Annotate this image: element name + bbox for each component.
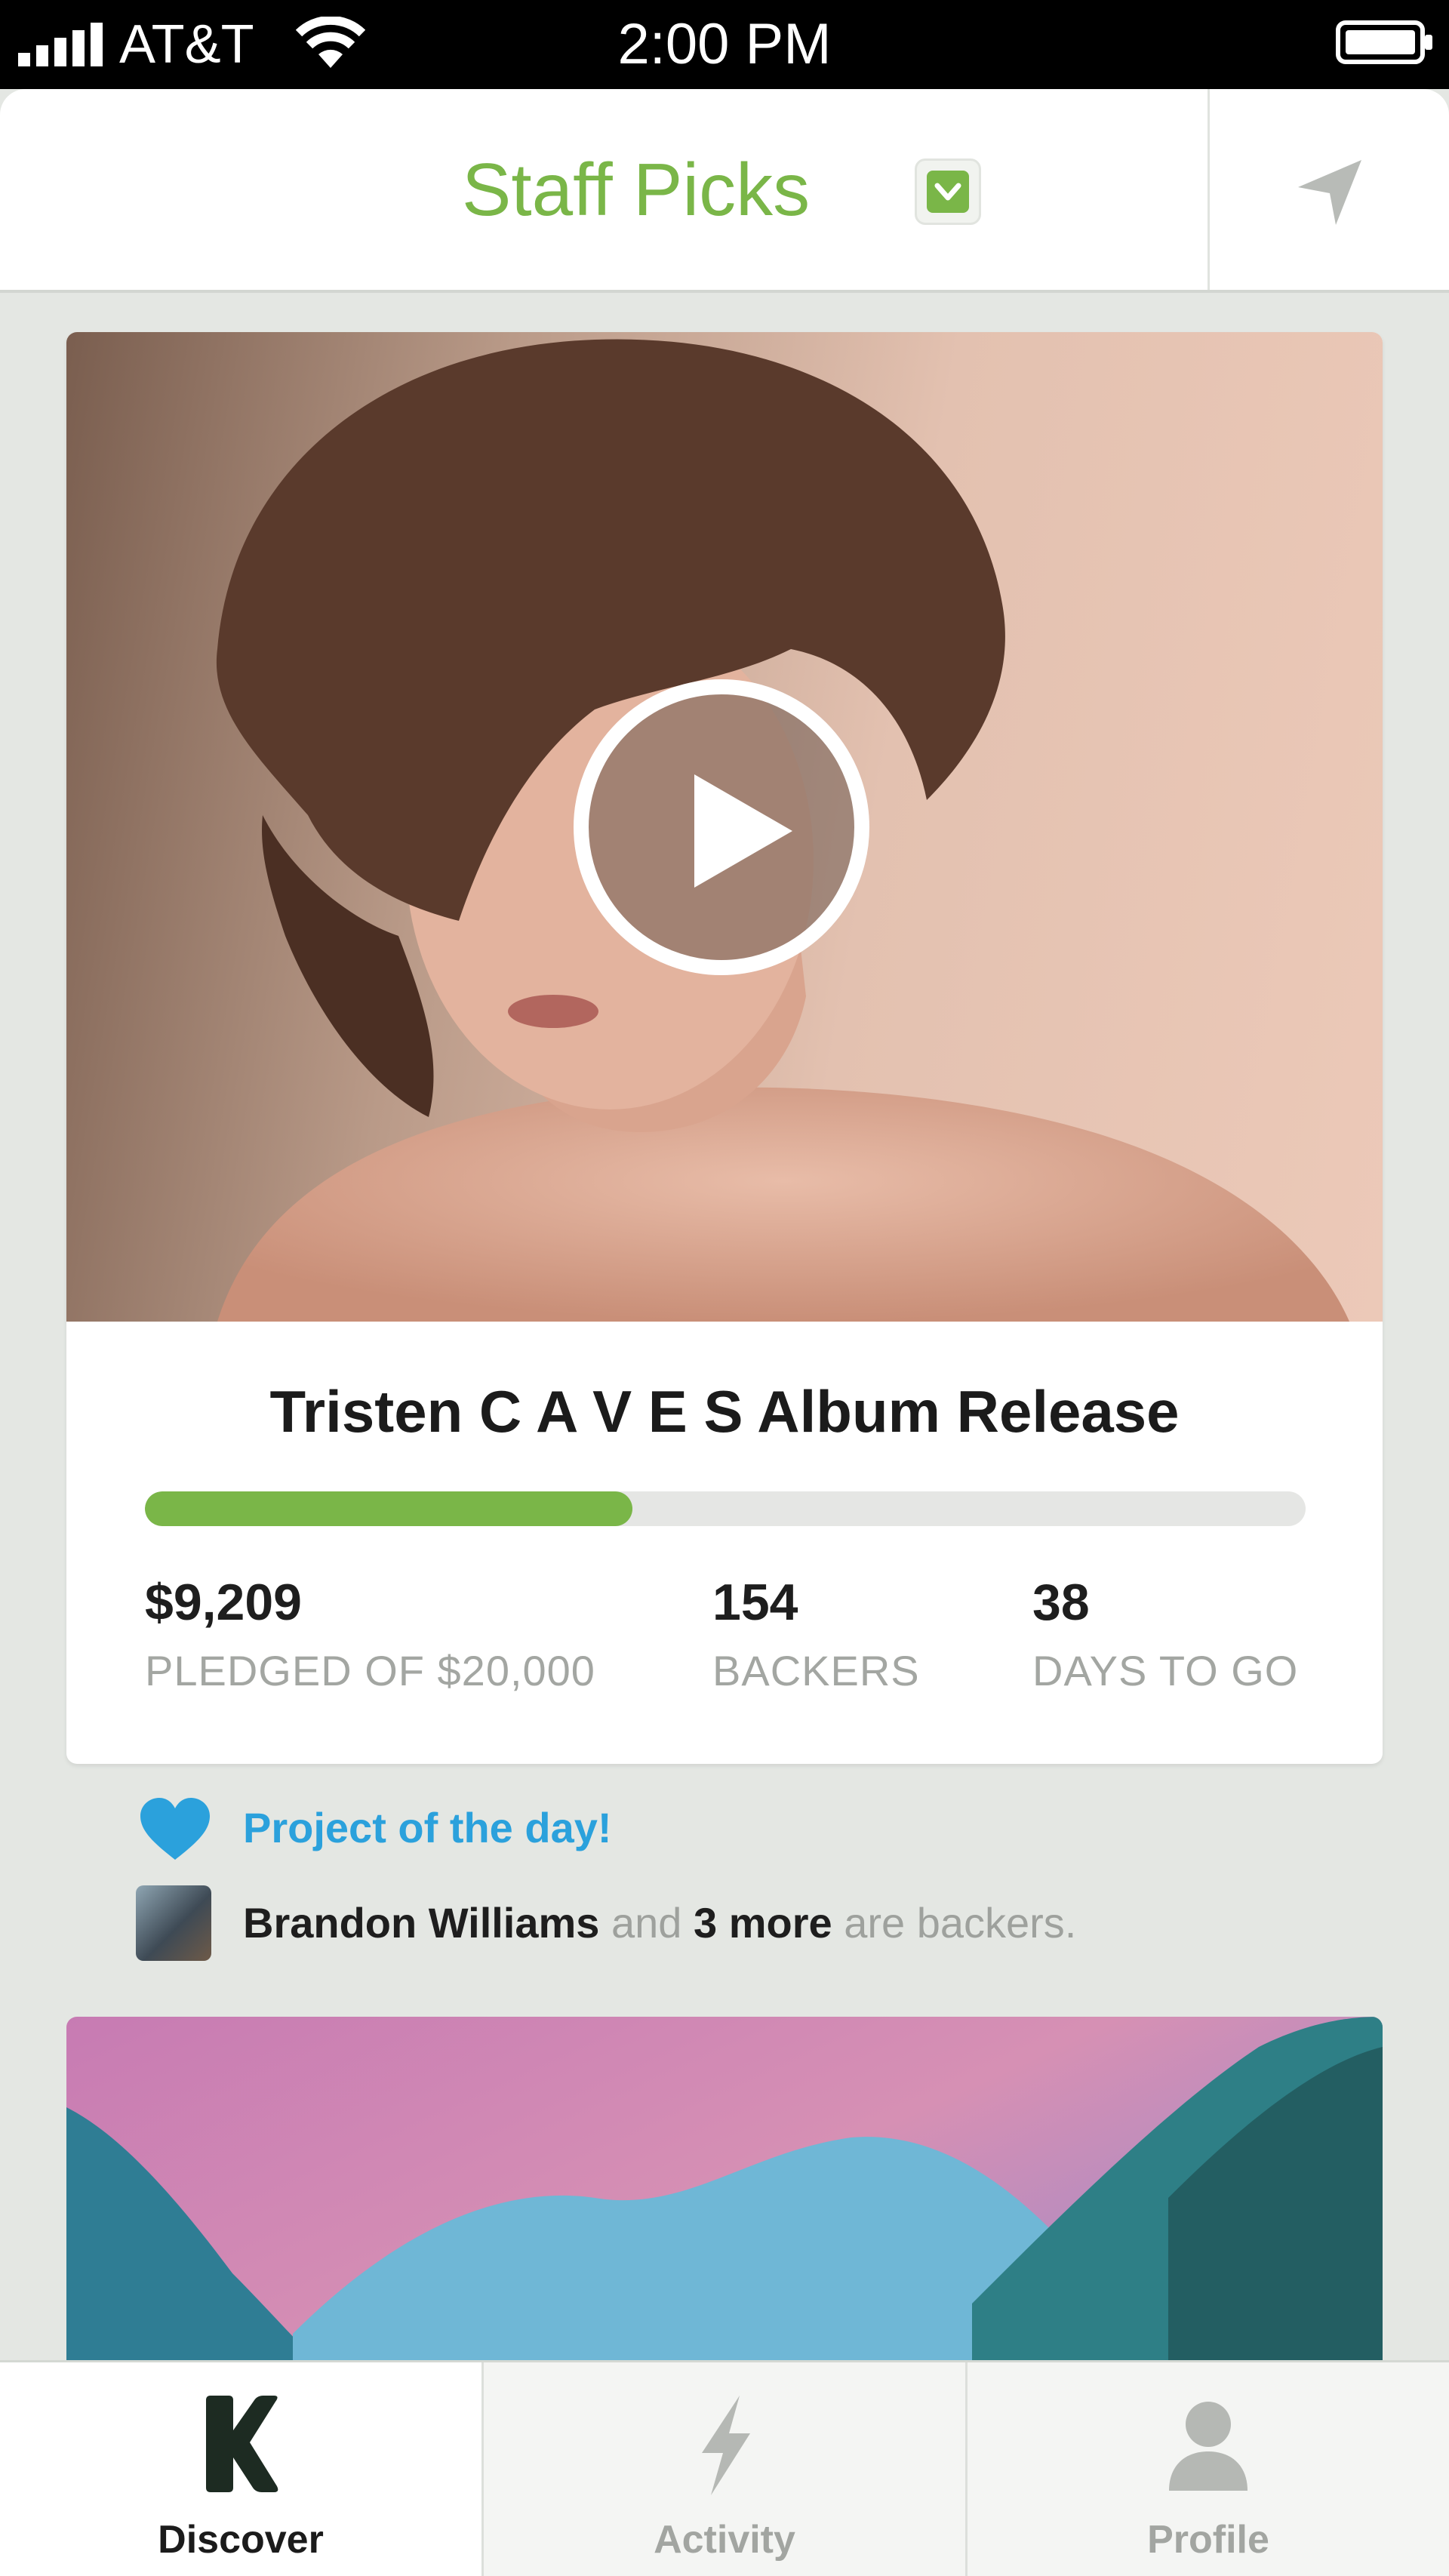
backer-avatar[interactable] — [136, 1885, 211, 1961]
backers-count: 154 — [712, 1574, 798, 1631]
status-time: 2:00 PM — [617, 12, 832, 76]
tab-activity-label: Activity — [654, 2518, 795, 2562]
backer-connector: and — [611, 1899, 682, 1947]
play-icon — [694, 774, 792, 888]
days-remaining: 38 — [1032, 1574, 1090, 1631]
play-video-button[interactable] — [574, 679, 869, 975]
category-dropdown-button[interactable] — [915, 158, 981, 225]
category-title[interactable]: Staff Picks — [462, 140, 810, 239]
pledged-label: PLEDGED OF $20,000 — [145, 1647, 595, 1694]
project-of-the-day-label[interactable]: Project of the day! — [243, 1792, 612, 1864]
funding-progress-fill — [145, 1491, 632, 1526]
backers-label: BACKERS — [712, 1647, 920, 1694]
tab-profile[interactable]: Profile — [968, 2362, 1449, 2576]
lightning-icon — [702, 2396, 750, 2495]
location-arrow-icon — [1298, 160, 1361, 225]
tab-bar: Discover Activity Profile — [0, 2360, 1449, 2576]
friend-backers-text[interactable]: Brandon Williams and 3 more are backers. — [243, 1885, 1076, 1961]
person-icon — [1169, 2402, 1247, 2491]
chevron-down-icon — [934, 183, 961, 201]
location-button[interactable] — [1208, 89, 1449, 290]
backers-suffix: are backers. — [844, 1899, 1077, 1947]
status-bar: AT&T 2:00 PM — [0, 0, 1449, 89]
battery-icon — [1336, 20, 1432, 64]
project-title[interactable]: Tristen C A V E S Album Release — [66, 1374, 1383, 1449]
funding-progress-bar — [145, 1491, 1306, 1526]
tab-discover[interactable]: Discover — [0, 2362, 481, 2576]
days-remaining-label: DAYS TO GO — [1032, 1647, 1299, 1694]
kickstarter-k-icon — [206, 2396, 278, 2492]
project-video-thumbnail[interactable] — [66, 332, 1383, 1322]
heart-icon — [140, 1798, 210, 1860]
project-card[interactable]: Tristen C A V E S Album Release $9,209 P… — [66, 332, 1383, 1764]
tab-activity[interactable]: Activity — [484, 2362, 965, 2576]
pledged-amount: $9,209 — [145, 1574, 302, 1631]
tab-discover-label: Discover — [158, 2518, 324, 2562]
more-backers-link[interactable]: 3 more — [694, 1899, 832, 1947]
tab-profile-label: Profile — [1147, 2518, 1269, 2562]
backer-name[interactable]: Brandon Williams — [243, 1899, 599, 1947]
app-screen: Staff Picks Tristen C A V E S Album Rele… — [0, 89, 1449, 2576]
navigation-bar: Staff Picks — [0, 89, 1449, 293]
